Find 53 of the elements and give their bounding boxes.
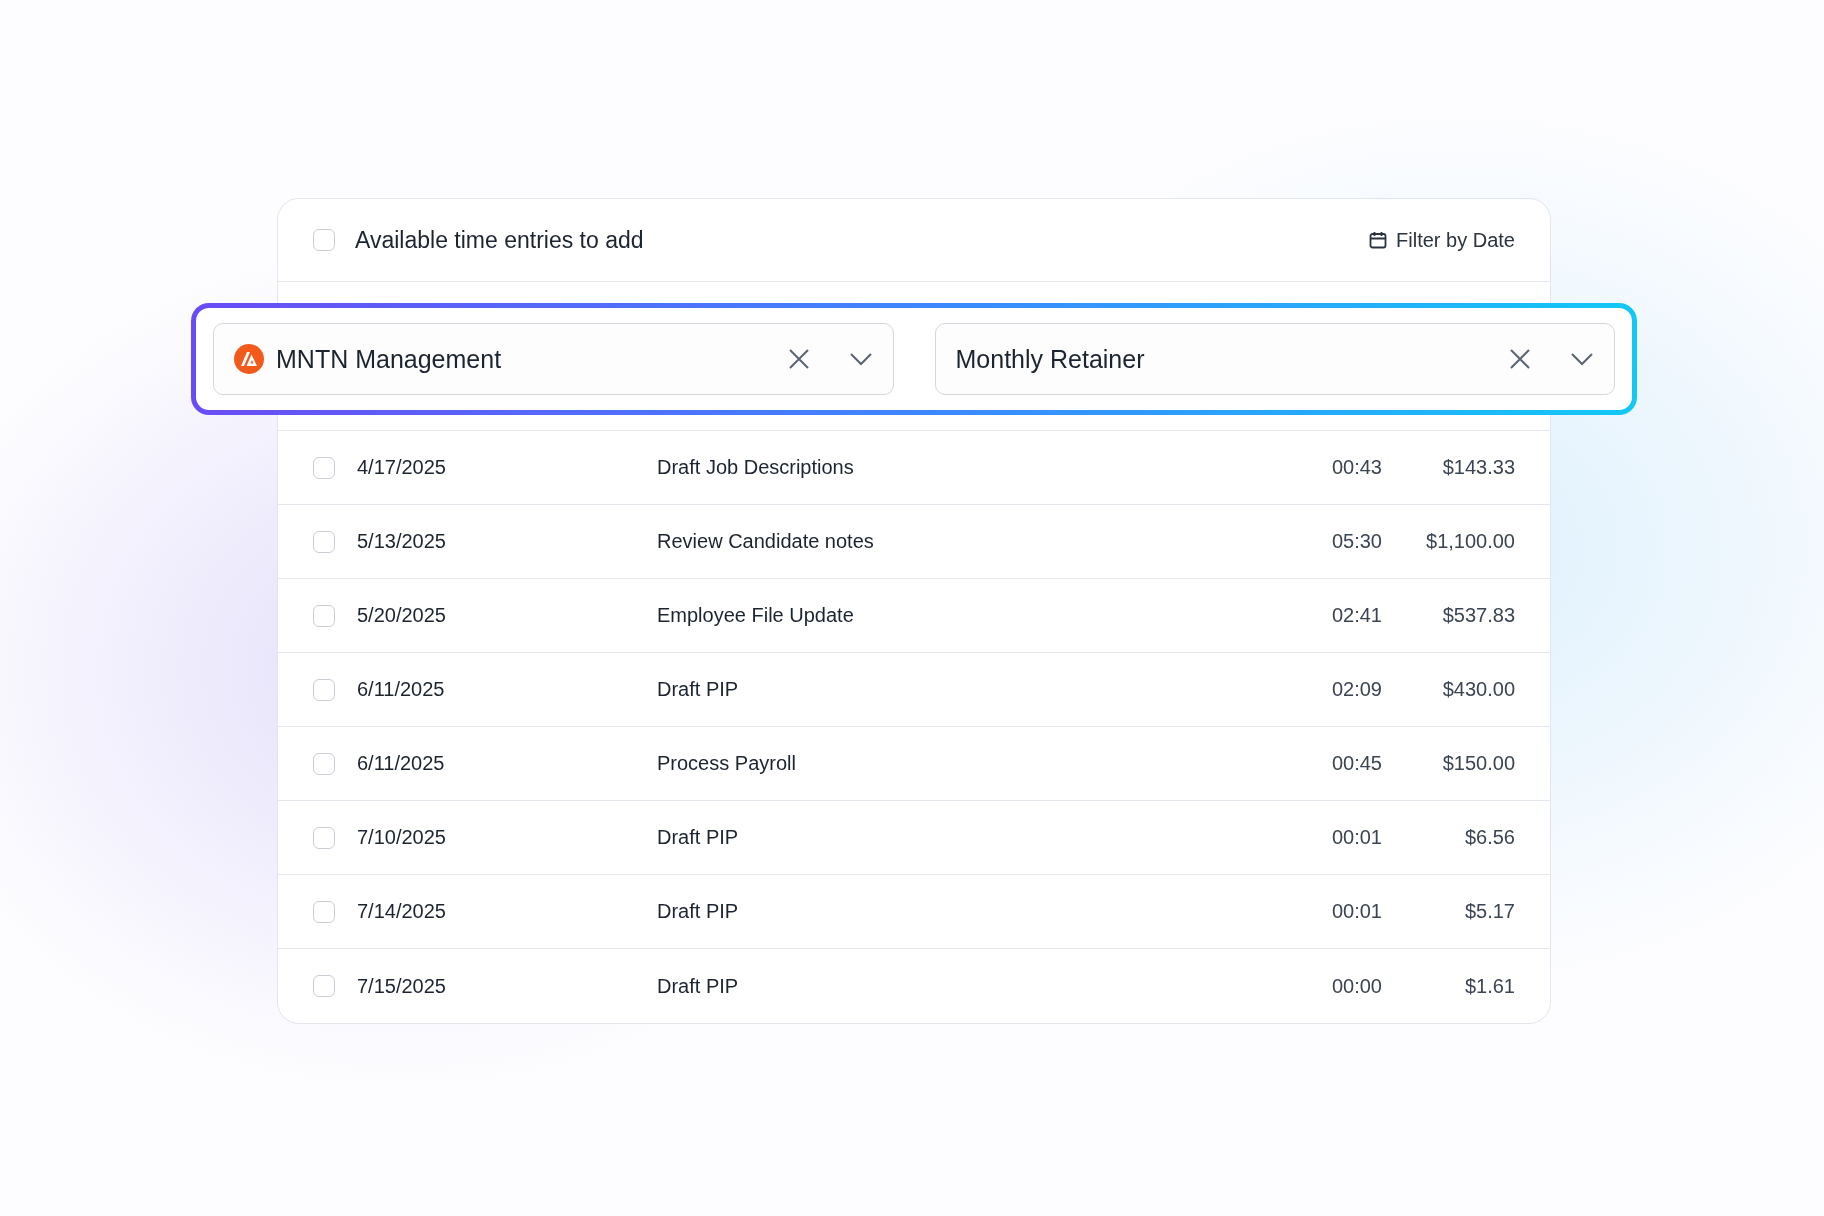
description-cell-text: Process Payroll [657, 752, 797, 775]
filter-by-date-button[interactable]: Filter by Date [1368, 224, 1515, 256]
amount-cell-text: $143.33 [1441, 456, 1515, 479]
date-cell-text: 6/11/2025 [357, 752, 446, 775]
amount-cell-text: $1.61 [1463, 974, 1515, 998]
checkbox[interactable] [313, 530, 335, 553]
amount-cell-text: $430.00 [1441, 678, 1515, 701]
description-cell-text: Draft PIP [657, 678, 740, 701]
date-cell-text: 7/10/2025 [357, 826, 447, 849]
description-cell-text: Draft PIP [657, 826, 740, 849]
amount-cell-text: $537.83 [1441, 604, 1515, 627]
logo-icon [234, 344, 264, 374]
date-cell-text: 7/15/2025 [357, 974, 447, 998]
date-cell-text: 4/17/2025 [357, 456, 447, 479]
checkbox[interactable] [313, 456, 335, 479]
duration-cell-text: 02:41 [1330, 604, 1382, 627]
date-cell-text: 5/13/2025 [357, 530, 447, 553]
section-title: Available time entries to add [355, 226, 644, 254]
duration-cell-text: 00:01 [1330, 900, 1382, 923]
duration-cell-text: 00:00 [1330, 974, 1382, 998]
description-cell-text: Draft PIP [657, 974, 740, 998]
duration-cell-text: 00:43 [1330, 456, 1382, 479]
checkbox[interactable] [313, 604, 335, 627]
description-cell-text: Employee File Update [657, 604, 855, 627]
description-cell-text: Review Candidate notes [657, 530, 875, 553]
duration-cell-text: 02:09 [1330, 678, 1382, 701]
date-cell-text: 7/14/2025 [357, 900, 447, 923]
clear-icon[interactable] [1508, 347, 1532, 371]
checkbox[interactable] [313, 229, 335, 251]
checkbox[interactable] [313, 900, 335, 923]
select-field[interactable]: Monthly Retainer [934, 323, 1615, 395]
checkbox[interactable] [313, 975, 335, 997]
chevron-down-icon[interactable] [1570, 352, 1594, 366]
duration-cell-text: 00:01 [1330, 826, 1382, 849]
checkbox[interactable] [313, 752, 335, 775]
duration-cell-text: 05:30 [1330, 530, 1382, 553]
duration-cell-text: 00:45 [1330, 752, 1382, 775]
checkbox[interactable] [313, 826, 335, 849]
amount-cell-text: $5.17 [1463, 900, 1515, 923]
select-value: Monthly Retainer [955, 344, 1146, 374]
select-value: MNTN Management [276, 344, 503, 374]
chevron-down-icon[interactable] [848, 352, 873, 366]
clear-icon[interactable] [786, 347, 811, 371]
amount-cell-text: $150.00 [1441, 752, 1515, 775]
date-cell-text: 6/11/2025 [357, 678, 446, 701]
description-cell-text: Draft Job Descriptions [657, 456, 855, 479]
date-cell-text: 5/20/2025 [357, 604, 447, 627]
checkbox[interactable] [313, 678, 335, 701]
amount-cell-text: $6.56 [1463, 826, 1515, 849]
description-cell-text: Draft PIP [657, 900, 740, 923]
calendar-icon [1368, 230, 1389, 250]
select-field[interactable]: MNTN Management [213, 323, 894, 395]
amount-cell-text: $1,100.00 [1425, 530, 1515, 553]
